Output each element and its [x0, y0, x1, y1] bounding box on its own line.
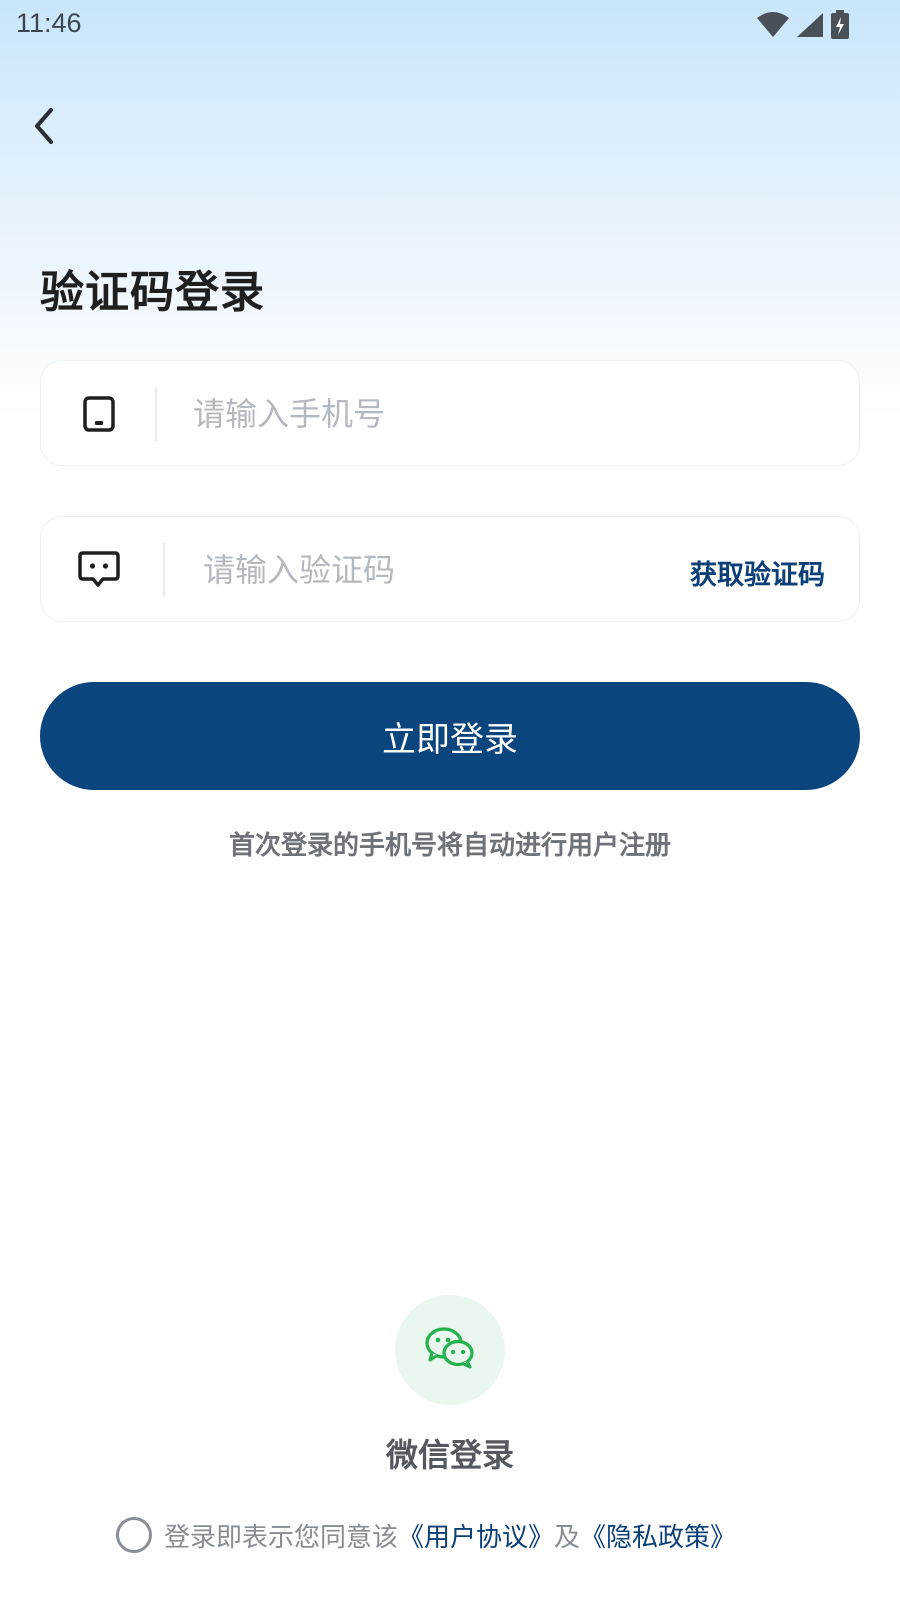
back-button[interactable]: [22, 106, 66, 150]
signal-icon: [796, 12, 824, 38]
wechat-login-label: 微信登录: [385, 1436, 514, 1474]
battery-charging-icon: [830, 10, 850, 40]
code-field-card: 获取验证码: [40, 516, 860, 622]
privacy-policy-link[interactable]: 《隐私政策》: [580, 1517, 736, 1554]
verification-code-input[interactable]: [203, 547, 643, 593]
field-divider: [163, 543, 165, 597]
get-code-button[interactable]: 获取验证码: [690, 553, 825, 592]
agreement-conjunction: 及: [554, 1522, 581, 1553]
status-time: 11:46: [16, 8, 82, 38]
wechat-login-button[interactable]: [395, 1295, 505, 1405]
phone-field-card: [40, 360, 860, 466]
user-agreement-link[interactable]: 《用户协议》: [398, 1517, 554, 1554]
message-icon: [77, 550, 121, 590]
agreement-row: 登录即表示您同意该 《用户协议》 及 《隐私政策》: [116, 1515, 736, 1555]
field-divider: [155, 387, 157, 441]
wifi-icon: [756, 12, 790, 38]
phone-icon: [77, 394, 121, 434]
back-arrow-icon: [29, 106, 59, 150]
wechat-icon: [423, 1326, 477, 1374]
phone-input[interactable]: [193, 391, 653, 437]
header-background: [0, 0, 900, 420]
page-title: 验证码登录: [40, 267, 265, 318]
login-button[interactable]: 立即登录: [40, 682, 860, 790]
agreement-prefix: 登录即表示您同意该: [164, 1522, 399, 1553]
status-bar: 11:46: [0, 0, 900, 50]
status-icons: [756, 10, 850, 40]
registration-hint: 首次登录的手机号将自动进行用户注册: [228, 831, 671, 861]
agree-radio[interactable]: [116, 1517, 152, 1553]
